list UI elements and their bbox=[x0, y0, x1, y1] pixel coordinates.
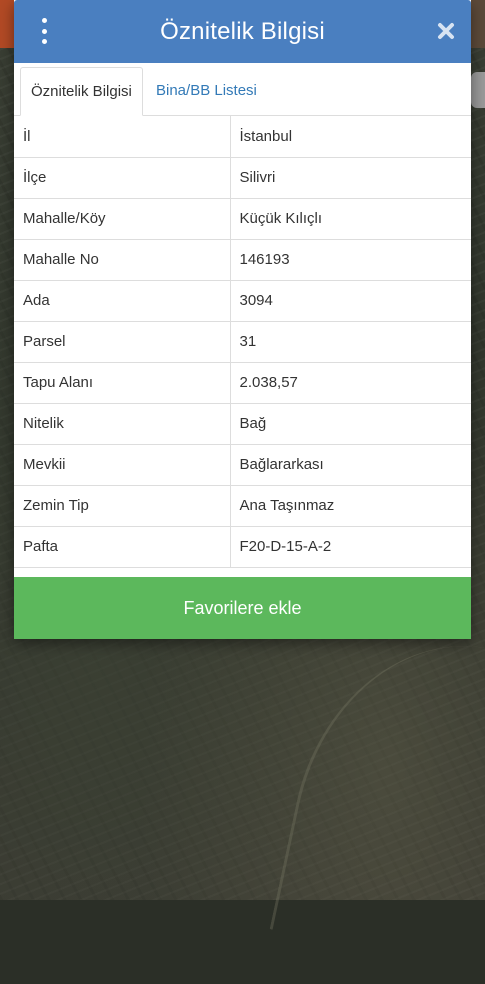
attribute-key: Mahalle/Köy bbox=[14, 197, 231, 240]
table-row: Ada 3094 bbox=[14, 279, 471, 322]
attribute-table: İl İstanbul İlçe Silivri Mahalle/Köy Küç… bbox=[14, 116, 471, 568]
attribute-key: Parsel bbox=[14, 320, 231, 363]
attribute-key: İl bbox=[14, 116, 231, 158]
table-row: Parsel 31 bbox=[14, 320, 471, 363]
attribute-key: Ada bbox=[14, 279, 231, 322]
attribute-value: Ana Taşınmaz bbox=[229, 484, 471, 527]
table-row: Tapu Alanı 2.038,57 bbox=[14, 361, 471, 404]
table-row: Pafta F20-D-15-A-2 bbox=[14, 525, 471, 568]
attribute-value: Küçük Kılıçlı bbox=[229, 197, 471, 240]
attribute-value: 2.038,57 bbox=[229, 361, 471, 404]
attribute-value: 146193 bbox=[229, 238, 471, 281]
attribute-value: 31 bbox=[229, 320, 471, 363]
dialog-header: Öznitelik Bilgisi bbox=[14, 0, 471, 63]
attribute-value: F20-D-15-A-2 bbox=[229, 525, 471, 568]
table-row: İl İstanbul bbox=[14, 116, 471, 158]
attribute-value: İstanbul bbox=[229, 116, 471, 158]
attribute-info-dialog: Öznitelik Bilgisi Öznitelik Bilgisi Bina… bbox=[14, 0, 471, 639]
attribute-key: Tapu Alanı bbox=[14, 361, 231, 404]
attribute-key: İlçe bbox=[14, 156, 231, 199]
attribute-key: Mevkii bbox=[14, 443, 231, 486]
map-side-control[interactable] bbox=[471, 72, 485, 108]
tab-bar: Öznitelik Bilgisi Bina/BB Listesi bbox=[14, 63, 471, 116]
attribute-value: Bağ bbox=[229, 402, 471, 445]
table-row: Nitelik Bağ bbox=[14, 402, 471, 445]
table-row: İlçe Silivri bbox=[14, 156, 471, 199]
attribute-key: Pafta bbox=[14, 525, 231, 568]
tab-building-list[interactable]: Bina/BB Listesi bbox=[146, 67, 267, 114]
attribute-key: Nitelik bbox=[14, 402, 231, 445]
attribute-value: Bağlararkası bbox=[229, 443, 471, 486]
table-row: Mevkii Bağlararkası bbox=[14, 443, 471, 486]
table-row: Mahalle/Köy Küçük Kılıçlı bbox=[14, 197, 471, 240]
add-to-favorites-button[interactable]: Favorilere ekle bbox=[14, 577, 471, 639]
tab-attribute-info[interactable]: Öznitelik Bilgisi bbox=[20, 67, 143, 116]
vertical-dots-icon[interactable] bbox=[36, 18, 52, 44]
table-row: Mahalle No 146193 bbox=[14, 238, 471, 281]
attribute-value: Silivri bbox=[229, 156, 471, 199]
attribute-key: Mahalle No bbox=[14, 238, 231, 281]
dialog-title: Öznitelik Bilgisi bbox=[160, 17, 325, 45]
table-row: Zemin Tip Ana Taşınmaz bbox=[14, 484, 471, 527]
attribute-key: Zemin Tip bbox=[14, 484, 231, 527]
close-icon[interactable] bbox=[435, 20, 457, 42]
attribute-value: 3094 bbox=[229, 279, 471, 322]
